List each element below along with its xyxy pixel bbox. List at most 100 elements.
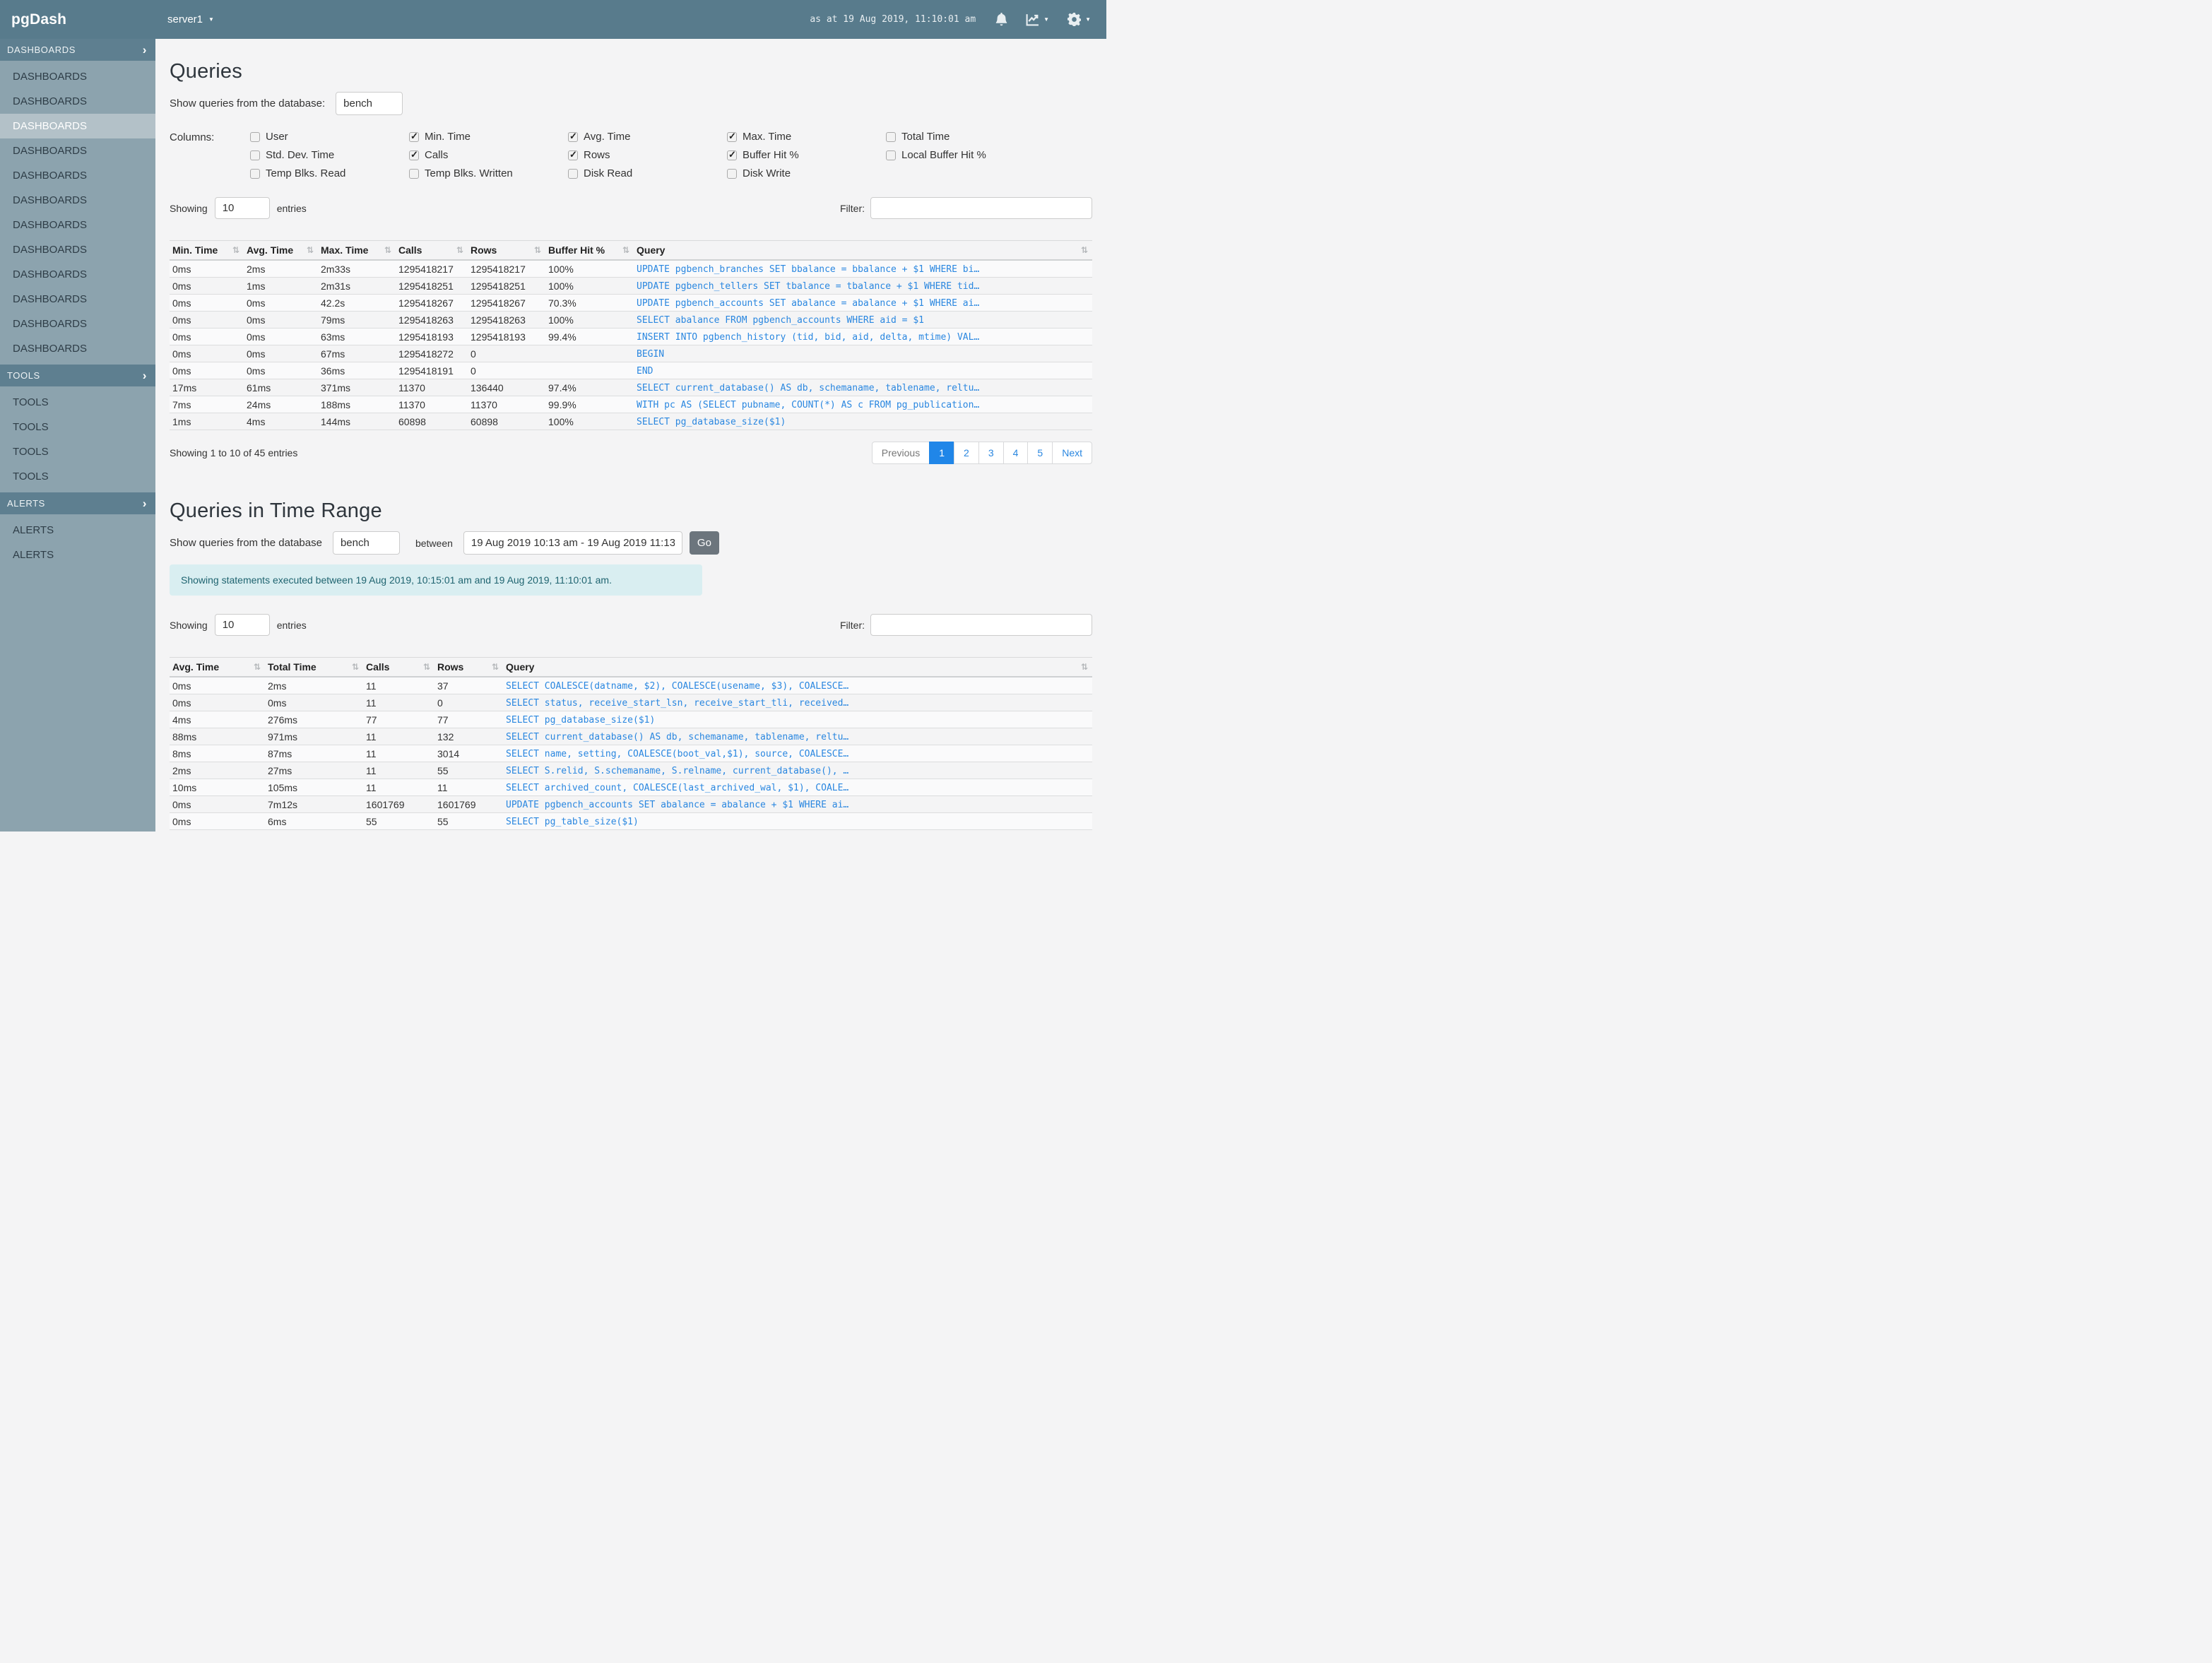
query-link[interactable]: SELECT pg_table_size($1) xyxy=(506,817,639,827)
column-header[interactable]: Min. Time ⇅ xyxy=(170,240,244,261)
filter-input[interactable] xyxy=(870,197,1092,219)
page-number-button[interactable]: 5 xyxy=(1027,442,1053,464)
query-link[interactable]: END xyxy=(637,366,653,377)
query-link[interactable]: SELECT name, setting, COALESCE(boot_val,… xyxy=(506,749,848,759)
sidebar-item[interactable]: DASHBOARDS xyxy=(0,262,155,287)
sidebar-item[interactable]: DASHBOARDS xyxy=(0,213,155,237)
sidebar-item[interactable]: DASHBOARDS xyxy=(0,287,155,312)
query-link[interactable]: INSERT INTO pgbench_history (tid, bid, a… xyxy=(637,332,979,343)
next-page-button[interactable]: Next xyxy=(1052,442,1092,464)
charts-menu-button[interactable]: ▼ xyxy=(1026,13,1049,26)
column-checkbox[interactable] xyxy=(568,149,578,160)
column-toggle[interactable]: Disk Write xyxy=(727,167,886,179)
column-checkbox[interactable] xyxy=(568,131,578,142)
column-checkbox[interactable] xyxy=(568,168,578,179)
column-header[interactable]: Calls ⇅ xyxy=(396,240,468,261)
query-link[interactable]: SELECT pg_database_size($1) xyxy=(506,715,655,726)
column-toggle[interactable]: Avg. Time xyxy=(568,131,727,143)
column-toggle[interactable]: Min. Time xyxy=(409,131,568,143)
server-selector[interactable]: server1 ▼ xyxy=(155,13,214,25)
sidebar-item[interactable]: DASHBOARDS xyxy=(0,237,155,262)
column-header[interactable]: Avg. Time ⇅ xyxy=(244,240,318,261)
column-toggle[interactable]: Calls xyxy=(409,149,568,161)
filter-input-2[interactable] xyxy=(870,614,1092,636)
column-toggle[interactable]: Total Time xyxy=(886,131,986,143)
column-header[interactable]: Buffer Hit % ⇅ xyxy=(545,240,634,261)
sidebar-item[interactable]: DASHBOARDS xyxy=(0,89,155,114)
query-link[interactable]: SELECT current_database() AS db, scheman… xyxy=(637,383,979,393)
column-header[interactable]: Query ⇅ xyxy=(503,657,1092,677)
column-checkbox[interactable] xyxy=(886,150,896,160)
go-button[interactable]: Go xyxy=(689,531,719,555)
column-toggle[interactable]: Temp Blks. Read xyxy=(250,167,409,179)
sidebar-item[interactable]: DASHBOARDS xyxy=(0,336,155,361)
sidebar-section-header[interactable]: ALERTS › xyxy=(0,492,155,514)
query-link[interactable]: SELECT COALESCE(datname, $2), COALESCE(u… xyxy=(506,681,848,692)
column-checkbox[interactable] xyxy=(250,168,260,179)
page-number-button[interactable]: 3 xyxy=(978,442,1004,464)
column-header[interactable]: Total Time ⇅ xyxy=(265,657,363,677)
sidebar-item[interactable]: DASHBOARDS xyxy=(0,163,155,188)
column-header[interactable]: Query ⇅ xyxy=(634,240,1092,261)
sidebar-item[interactable]: TOOLS xyxy=(0,390,155,415)
column-toggle[interactable]: Disk Read xyxy=(568,167,727,179)
sidebar-item[interactable]: ALERTS xyxy=(0,543,155,567)
column-toggle[interactable]: Max. Time xyxy=(727,131,886,143)
column-header[interactable]: Avg. Time ⇅ xyxy=(170,657,265,677)
column-checkbox[interactable] xyxy=(409,131,419,142)
column-header[interactable]: Calls ⇅ xyxy=(363,657,434,677)
brand-logo[interactable]: pgDash xyxy=(0,11,155,28)
sidebar-item[interactable]: DASHBOARDS xyxy=(0,138,155,163)
column-toggle[interactable]: User xyxy=(250,131,409,143)
query-link[interactable]: SELECT abalance FROM pgbench_accounts WH… xyxy=(637,315,924,326)
column-toggle[interactable]: Rows xyxy=(568,149,727,161)
column-checkbox[interactable] xyxy=(727,149,737,160)
page-number-button[interactable]: 4 xyxy=(1003,442,1029,464)
column-checkbox[interactable] xyxy=(409,168,419,179)
sidebar-item[interactable]: TOOLS xyxy=(0,464,155,489)
column-checkbox[interactable] xyxy=(250,131,260,142)
sidebar-section-header[interactable]: TOOLS › xyxy=(0,365,155,386)
notifications-button[interactable] xyxy=(995,13,1007,26)
query-link[interactable]: WITH pc AS (SELECT pubname, COUNT(*) AS … xyxy=(637,400,979,410)
sidebar-item[interactable]: DASHBOARDS xyxy=(0,114,155,138)
column-header[interactable]: Max. Time ⇅ xyxy=(318,240,396,261)
sidebar-item[interactable]: ALERTS xyxy=(0,518,155,543)
query-link[interactable]: BEGIN xyxy=(637,349,664,360)
column-checkbox[interactable] xyxy=(409,149,419,160)
column-header[interactable]: Rows ⇅ xyxy=(468,240,545,261)
sidebar-section-header[interactable]: DASHBOARDS › xyxy=(0,39,155,61)
query-link[interactable]: SELECT S.relid, S.schemaname, S.relname,… xyxy=(506,766,848,776)
entries-count-input-2[interactable] xyxy=(214,614,270,636)
time-range-input[interactable] xyxy=(463,531,682,555)
settings-menu-button[interactable]: ▼ xyxy=(1067,13,1091,26)
query-link[interactable]: UPDATE pgbench_accounts SET abalance = a… xyxy=(506,800,848,810)
query-link[interactable]: UPDATE pgbench_tellers SET tbalance = tb… xyxy=(637,281,979,292)
query-link[interactable]: UPDATE pgbench_accounts SET abalance = a… xyxy=(637,298,979,309)
column-toggle[interactable]: Buffer Hit % xyxy=(727,149,886,161)
column-checkbox[interactable] xyxy=(250,150,260,160)
sidebar-item[interactable]: DASHBOARDS xyxy=(0,312,155,336)
column-toggle[interactable]: Std. Dev. Time xyxy=(250,149,409,161)
column-toggle[interactable]: Local Buffer Hit % xyxy=(886,149,986,161)
entries-count-input[interactable] xyxy=(214,197,270,219)
column-checkbox[interactable] xyxy=(886,131,896,142)
column-toggle[interactable]: Temp Blks. Written xyxy=(409,167,568,179)
query-link[interactable]: SELECT archived_count, COALESCE(last_arc… xyxy=(506,783,848,793)
page-number-button[interactable]: 2 xyxy=(954,442,979,464)
query-link[interactable]: SELECT current_database() AS db, scheman… xyxy=(506,732,848,742)
database-input[interactable] xyxy=(336,92,403,115)
sidebar-item[interactable]: TOOLS xyxy=(0,415,155,439)
query-link[interactable]: SELECT status, receive_start_lsn, receiv… xyxy=(506,698,848,709)
query-link[interactable]: SELECT pg_database_size($1) xyxy=(637,417,786,427)
sidebar-item[interactable]: DASHBOARDS xyxy=(0,64,155,89)
previous-page-button[interactable]: Previous xyxy=(871,442,930,464)
database-input-2[interactable] xyxy=(332,531,400,555)
page-number-button[interactable]: 1 xyxy=(929,442,955,464)
sidebar-item[interactable]: DASHBOARDS xyxy=(0,188,155,213)
sidebar-item[interactable]: TOOLS xyxy=(0,439,155,464)
column-header[interactable]: Rows ⇅ xyxy=(434,657,503,677)
column-checkbox[interactable] xyxy=(727,131,737,142)
column-checkbox[interactable] xyxy=(727,168,737,179)
query-link[interactable]: UPDATE pgbench_branches SET bbalance = b… xyxy=(637,264,979,275)
